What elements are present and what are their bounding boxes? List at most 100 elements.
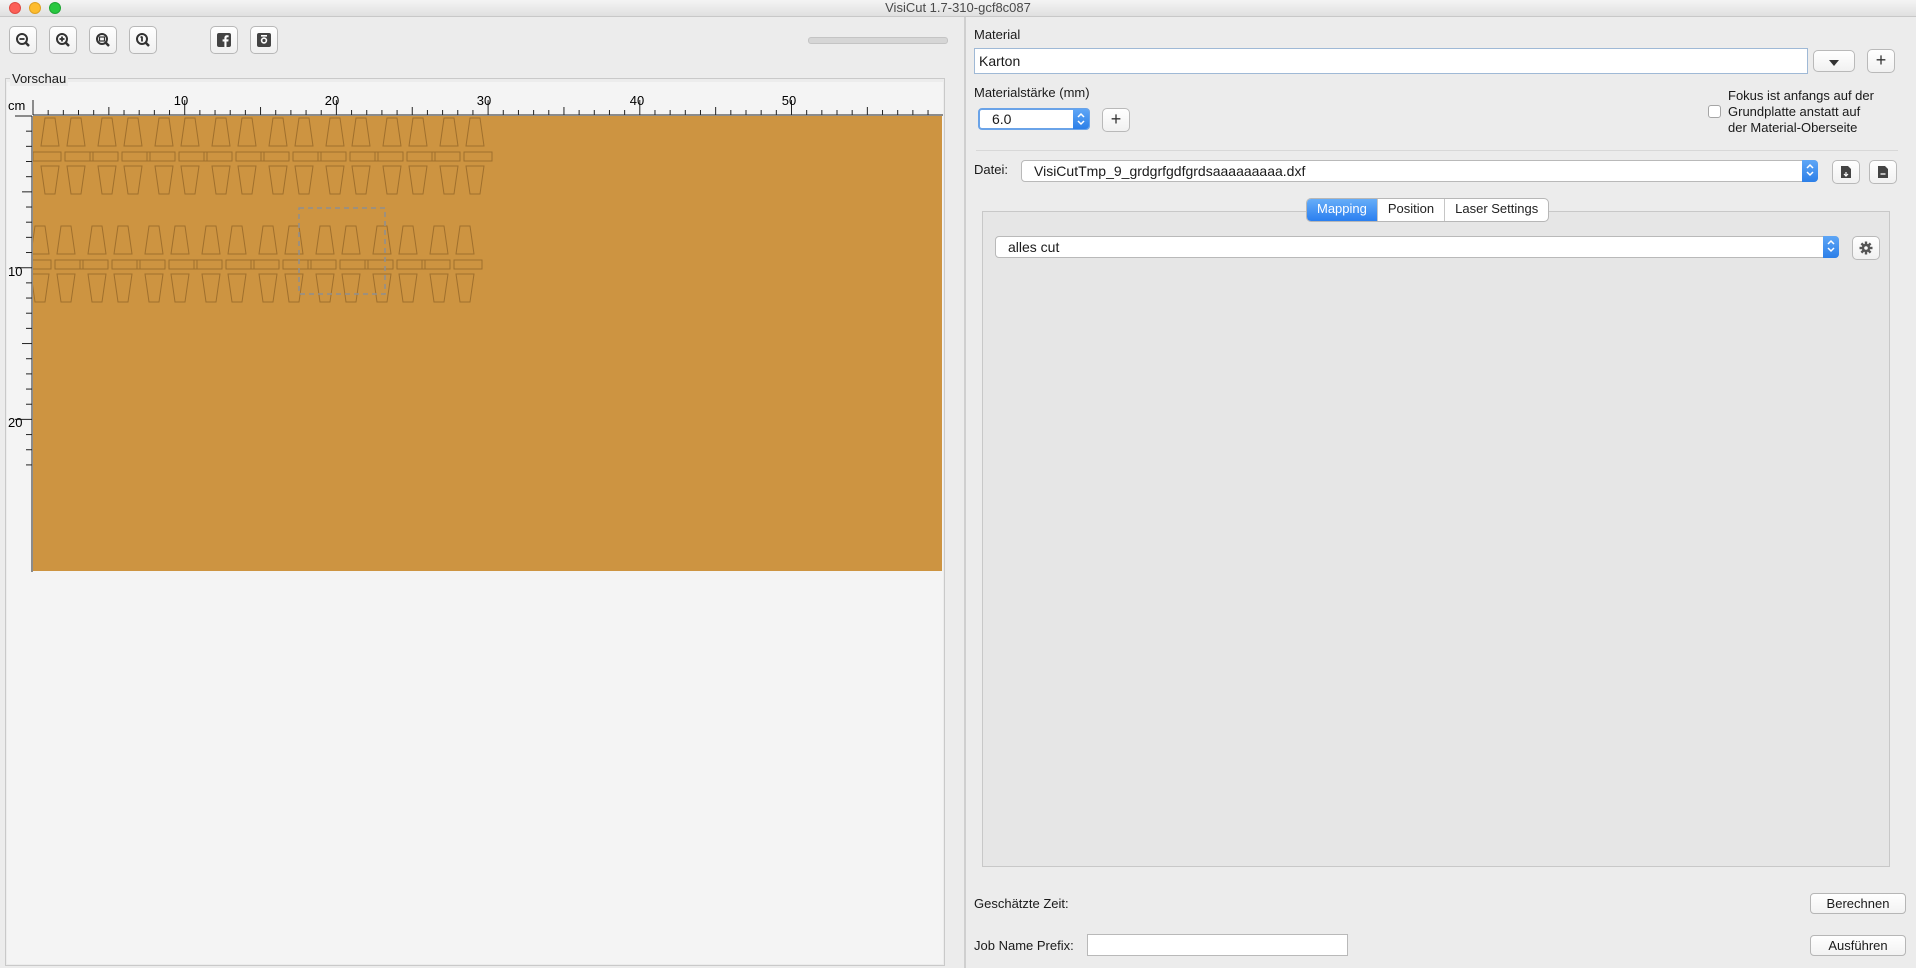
thickness-spinner[interactable]: 6.0: [978, 108, 1090, 130]
y-tick-label: 20: [8, 415, 22, 430]
separator: [976, 150, 1898, 151]
material-field[interactable]: Karton: [974, 48, 1808, 74]
cut-shape: [40, 117, 60, 147]
cut-shape: [372, 273, 392, 303]
cut-shape: [465, 117, 485, 147]
camera-button[interactable]: [250, 26, 278, 54]
zoom-out-button[interactable]: [9, 26, 37, 54]
cut-shape: [113, 225, 133, 255]
remove-file-button[interactable]: [1869, 160, 1897, 184]
mapping-select-value: alles cut: [1008, 239, 1060, 255]
thickness-value: 6.0: [992, 111, 1012, 127]
progress-bar: [808, 37, 948, 44]
cut-shape: [382, 117, 402, 147]
cut-shape: [227, 225, 247, 255]
import-file-button[interactable]: [1832, 160, 1860, 184]
file-select[interactable]: VisiCutTmp_9_grdgrfgdfgrdsaaaaaaaaa.dxf: [1021, 160, 1818, 182]
job-prefix-label: Job Name Prefix:: [974, 938, 1074, 953]
x-tick-label: 40: [630, 93, 644, 108]
cut-shape: [307, 259, 337, 270]
cut-shape: [40, 165, 60, 195]
gear-icon: [1859, 241, 1873, 255]
x-tick-label: 30: [477, 93, 491, 108]
cut-shape: [339, 259, 369, 270]
plus-icon: +: [1110, 109, 1122, 129]
cut-shape: [237, 165, 257, 195]
cut-shape: [56, 225, 76, 255]
cut-shape: [453, 259, 483, 270]
cut-shape: [227, 273, 247, 303]
cut-shape: [154, 117, 174, 147]
mapping-settings-button[interactable]: [1852, 236, 1880, 260]
select-arrows: [1802, 160, 1818, 182]
cut-shape: [439, 165, 459, 195]
mapping-select[interactable]: alles cut: [995, 236, 1839, 258]
cut-shape: [170, 273, 190, 303]
cut-shape: [258, 273, 278, 303]
material-area[interactable]: [22, 116, 942, 571]
cut-shape: [111, 259, 141, 270]
cut-shape: [235, 151, 265, 162]
thickness-label: Materialstärke (mm): [974, 85, 1090, 100]
calculate-button[interactable]: Berechnen: [1810, 893, 1906, 914]
cut-shape: [211, 165, 231, 195]
cut-shape: [284, 225, 304, 255]
tab-mapping[interactable]: Mapping: [1307, 199, 1378, 221]
cut-shape: [372, 225, 392, 255]
x-tick-label: 50: [782, 93, 796, 108]
tab-laser-settings[interactable]: Laser Settings: [1445, 199, 1548, 221]
plus-icon: +: [1875, 50, 1887, 70]
cut-shape: [97, 117, 117, 147]
cut-shape: [30, 273, 50, 303]
cut-pattern: [22, 117, 493, 303]
zoom-original-button[interactable]: [129, 26, 157, 54]
material-label: Material: [974, 27, 1021, 42]
focus-checkbox[interactable]: [1708, 105, 1721, 118]
cut-shape: [315, 225, 335, 255]
cut-shape: [168, 259, 198, 270]
updown-icon: [1827, 239, 1835, 253]
cut-shape: [351, 165, 371, 195]
material-dropdown-button[interactable]: [1813, 50, 1855, 72]
tab-position[interactable]: Position: [1378, 199, 1446, 221]
cut-shape: [325, 165, 345, 195]
cut-shape: [284, 273, 304, 303]
cut-shape: [30, 225, 50, 255]
cut-shape: [87, 273, 107, 303]
cut-shape: [180, 165, 200, 195]
estimated-time-label: Geschätzte Zeit:: [974, 896, 1069, 911]
file-select-value: VisiCutTmp_9_grdgrfgdfgrdsaaaaaaaaa.dxf: [1034, 163, 1306, 179]
cut-shape: [439, 117, 459, 147]
add-thickness-button[interactable]: +: [1102, 108, 1130, 132]
cut-shape: [211, 117, 231, 147]
cut-shape: [89, 151, 119, 162]
cut-shape: [180, 117, 200, 147]
zoom-in-button[interactable]: [49, 26, 77, 54]
zoom-in-icon: [56, 33, 70, 47]
cut-shape: [193, 259, 223, 270]
cut-shape: [79, 259, 109, 270]
zoom-fit-button[interactable]: [89, 26, 117, 54]
cut-shape: [260, 151, 290, 162]
cut-shape: [56, 273, 76, 303]
cut-shape: [258, 225, 278, 255]
facebook-button[interactable]: [210, 26, 238, 54]
spinner-icon: [1077, 112, 1085, 126]
job-prefix-input[interactable]: [1087, 934, 1348, 956]
cut-shape: [144, 273, 164, 303]
cut-shape: [341, 225, 361, 255]
cut-shape: [146, 151, 176, 162]
cut-shape: [203, 151, 233, 162]
updown-icon: [1806, 163, 1814, 177]
cut-shape: [250, 259, 280, 270]
file-label: Datei:: [974, 162, 1008, 177]
cut-shape: [64, 151, 94, 162]
cut-shape: [382, 165, 402, 195]
zoom-out-icon: [16, 33, 30, 47]
x-tick-label: 20: [325, 93, 339, 108]
cut-shape: [144, 225, 164, 255]
execute-button[interactable]: Ausführen: [1810, 935, 1906, 956]
spinner-arrows[interactable]: [1073, 109, 1089, 129]
cut-shape: [178, 151, 208, 162]
add-material-button[interactable]: +: [1867, 49, 1895, 73]
